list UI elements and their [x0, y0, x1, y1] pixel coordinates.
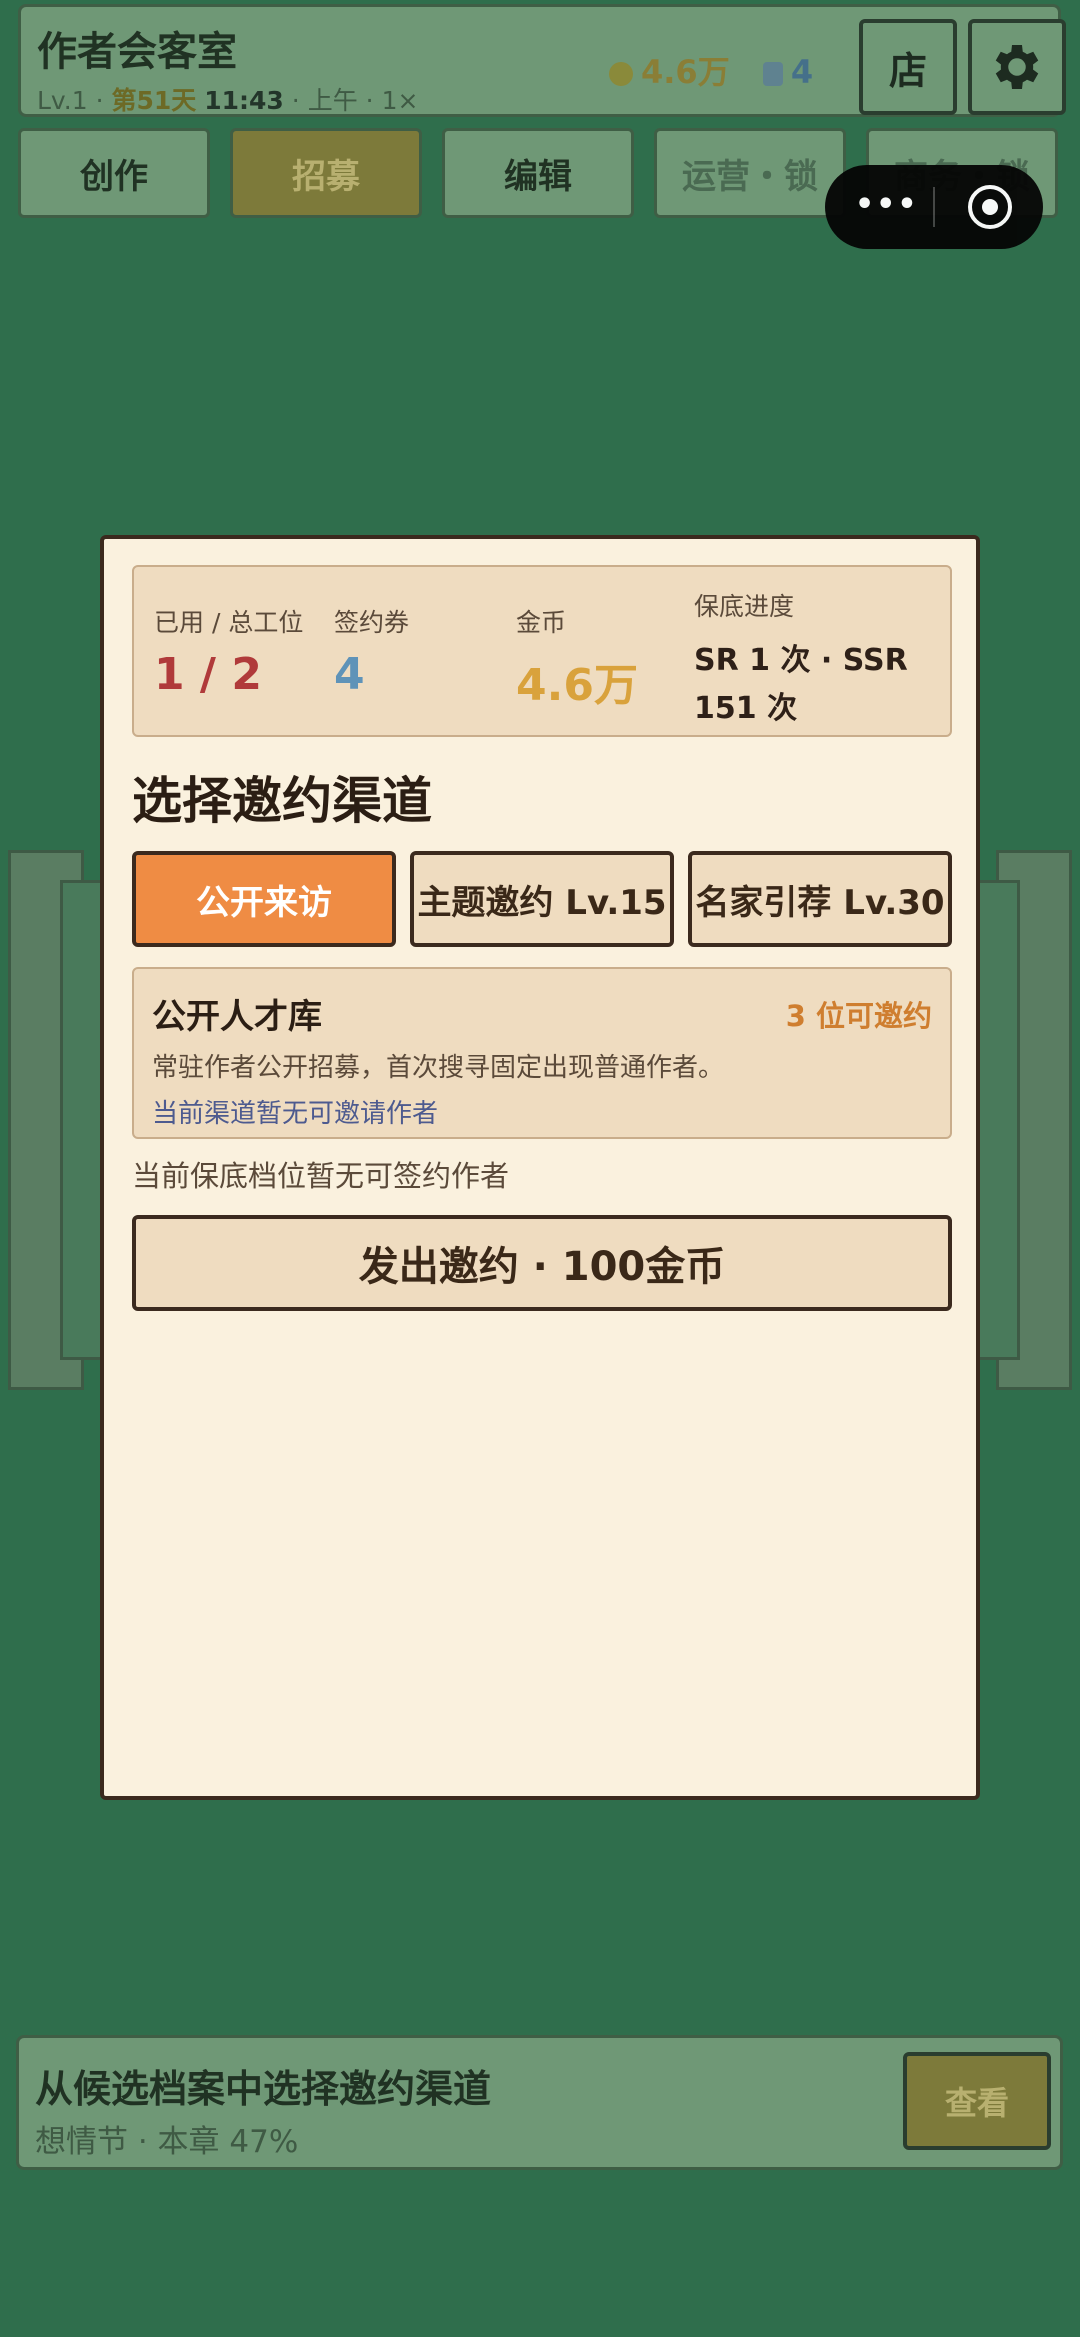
task-title: 从候选档案中选择邀约渠道 [35, 2067, 492, 2111]
pool-count-badge: 3 位可邀约 [785, 999, 932, 1033]
pool-description: 常驻作者公开招募，首次搜寻固定出现普通作者。 [152, 1053, 725, 1083]
pity-value: SR 1 次 · SSR 151 次 [694, 643, 908, 726]
talent-pool-card: 公开人才库 3 位可邀约 常驻作者公开招募，首次搜寻固定出现普通作者。 当前渠道… [132, 967, 952, 1139]
coins-value: 4.6万 [516, 660, 638, 711]
ticket-icon [762, 62, 783, 86]
coins-label: 金币 [516, 608, 567, 637]
tab-operations[interactable]: 运营・锁 [654, 128, 846, 218]
miniprogram-capsule: ••• [825, 165, 1043, 249]
stats-panel: 已用 / 总工位 1 / 2 签约券 4 金币 4.6万 保底进度 SR 1 次… [132, 565, 952, 737]
tickets-value: 4 [334, 649, 365, 700]
coin-count: 4.6万 [641, 53, 730, 91]
status-line: Lv.1 · 第51天 11:43 · 上午 · 1× [37, 86, 419, 115]
currency-display: 4.6万 4 [609, 47, 813, 93]
level-text: Lv.1 [37, 86, 88, 115]
tab-create[interactable]: 创作 [18, 128, 210, 218]
channel-public-visit[interactable]: 公开来访 [132, 851, 396, 947]
recruit-modal: 已用 / 总工位 1 / 2 签约券 4 金币 4.6万 保底进度 SR 1 次… [100, 535, 980, 1800]
tab-edit[interactable]: 编辑 [442, 128, 634, 218]
tab-recruit[interactable]: 招募 [230, 128, 422, 218]
channel-theme-invite[interactable]: 主题邀约 Lv.15 [410, 851, 674, 947]
day-text: 第51天 [111, 86, 197, 115]
gear-icon [995, 45, 1039, 89]
coin-icon [609, 62, 633, 86]
slots-label: 已用 / 总工位 [154, 608, 304, 637]
header-bar: 作者会客室 Lv.1 · 第51天 11:43 · 上午 · 1× 4.6万 4… [18, 4, 1066, 117]
close-target-icon[interactable] [968, 185, 1012, 229]
tickets-label: 签约券 [334, 608, 410, 637]
capsule-divider [933, 187, 935, 227]
period-text: 上午 [307, 86, 358, 115]
slots-value: 1 / 2 [154, 649, 262, 700]
send-invite-button[interactable]: 发出邀约 · 100金币 [132, 1215, 952, 1311]
pool-note: 当前渠道暂无可邀请作者 [152, 1099, 439, 1129]
shop-button[interactable]: 店 [859, 19, 957, 115]
pool-title: 公开人才库 [152, 997, 322, 1037]
ticket-count: 4 [790, 53, 814, 91]
pity-warning: 当前保底档位暂无可签约作者 [132, 1159, 510, 1193]
app-title: 作者会客室 [37, 29, 237, 75]
pity-label: 保底进度 [694, 592, 795, 621]
settings-button[interactable] [968, 19, 1066, 115]
bottom-task-bar: 从候选档案中选择邀约渠道 想情节 · 本章 47% 查看 [16, 2035, 1063, 2170]
task-subtitle: 想情节 · 本章 47% [35, 2124, 299, 2160]
view-button[interactable]: 查看 [903, 2052, 1051, 2150]
time-text: 11:43 [204, 86, 284, 115]
speed-text: 1× [381, 86, 419, 115]
section-title: 选择邀约渠道 [132, 772, 432, 830]
more-icon[interactable]: ••• [855, 187, 919, 222]
channel-master-referral[interactable]: 名家引荐 Lv.30 [688, 851, 952, 947]
